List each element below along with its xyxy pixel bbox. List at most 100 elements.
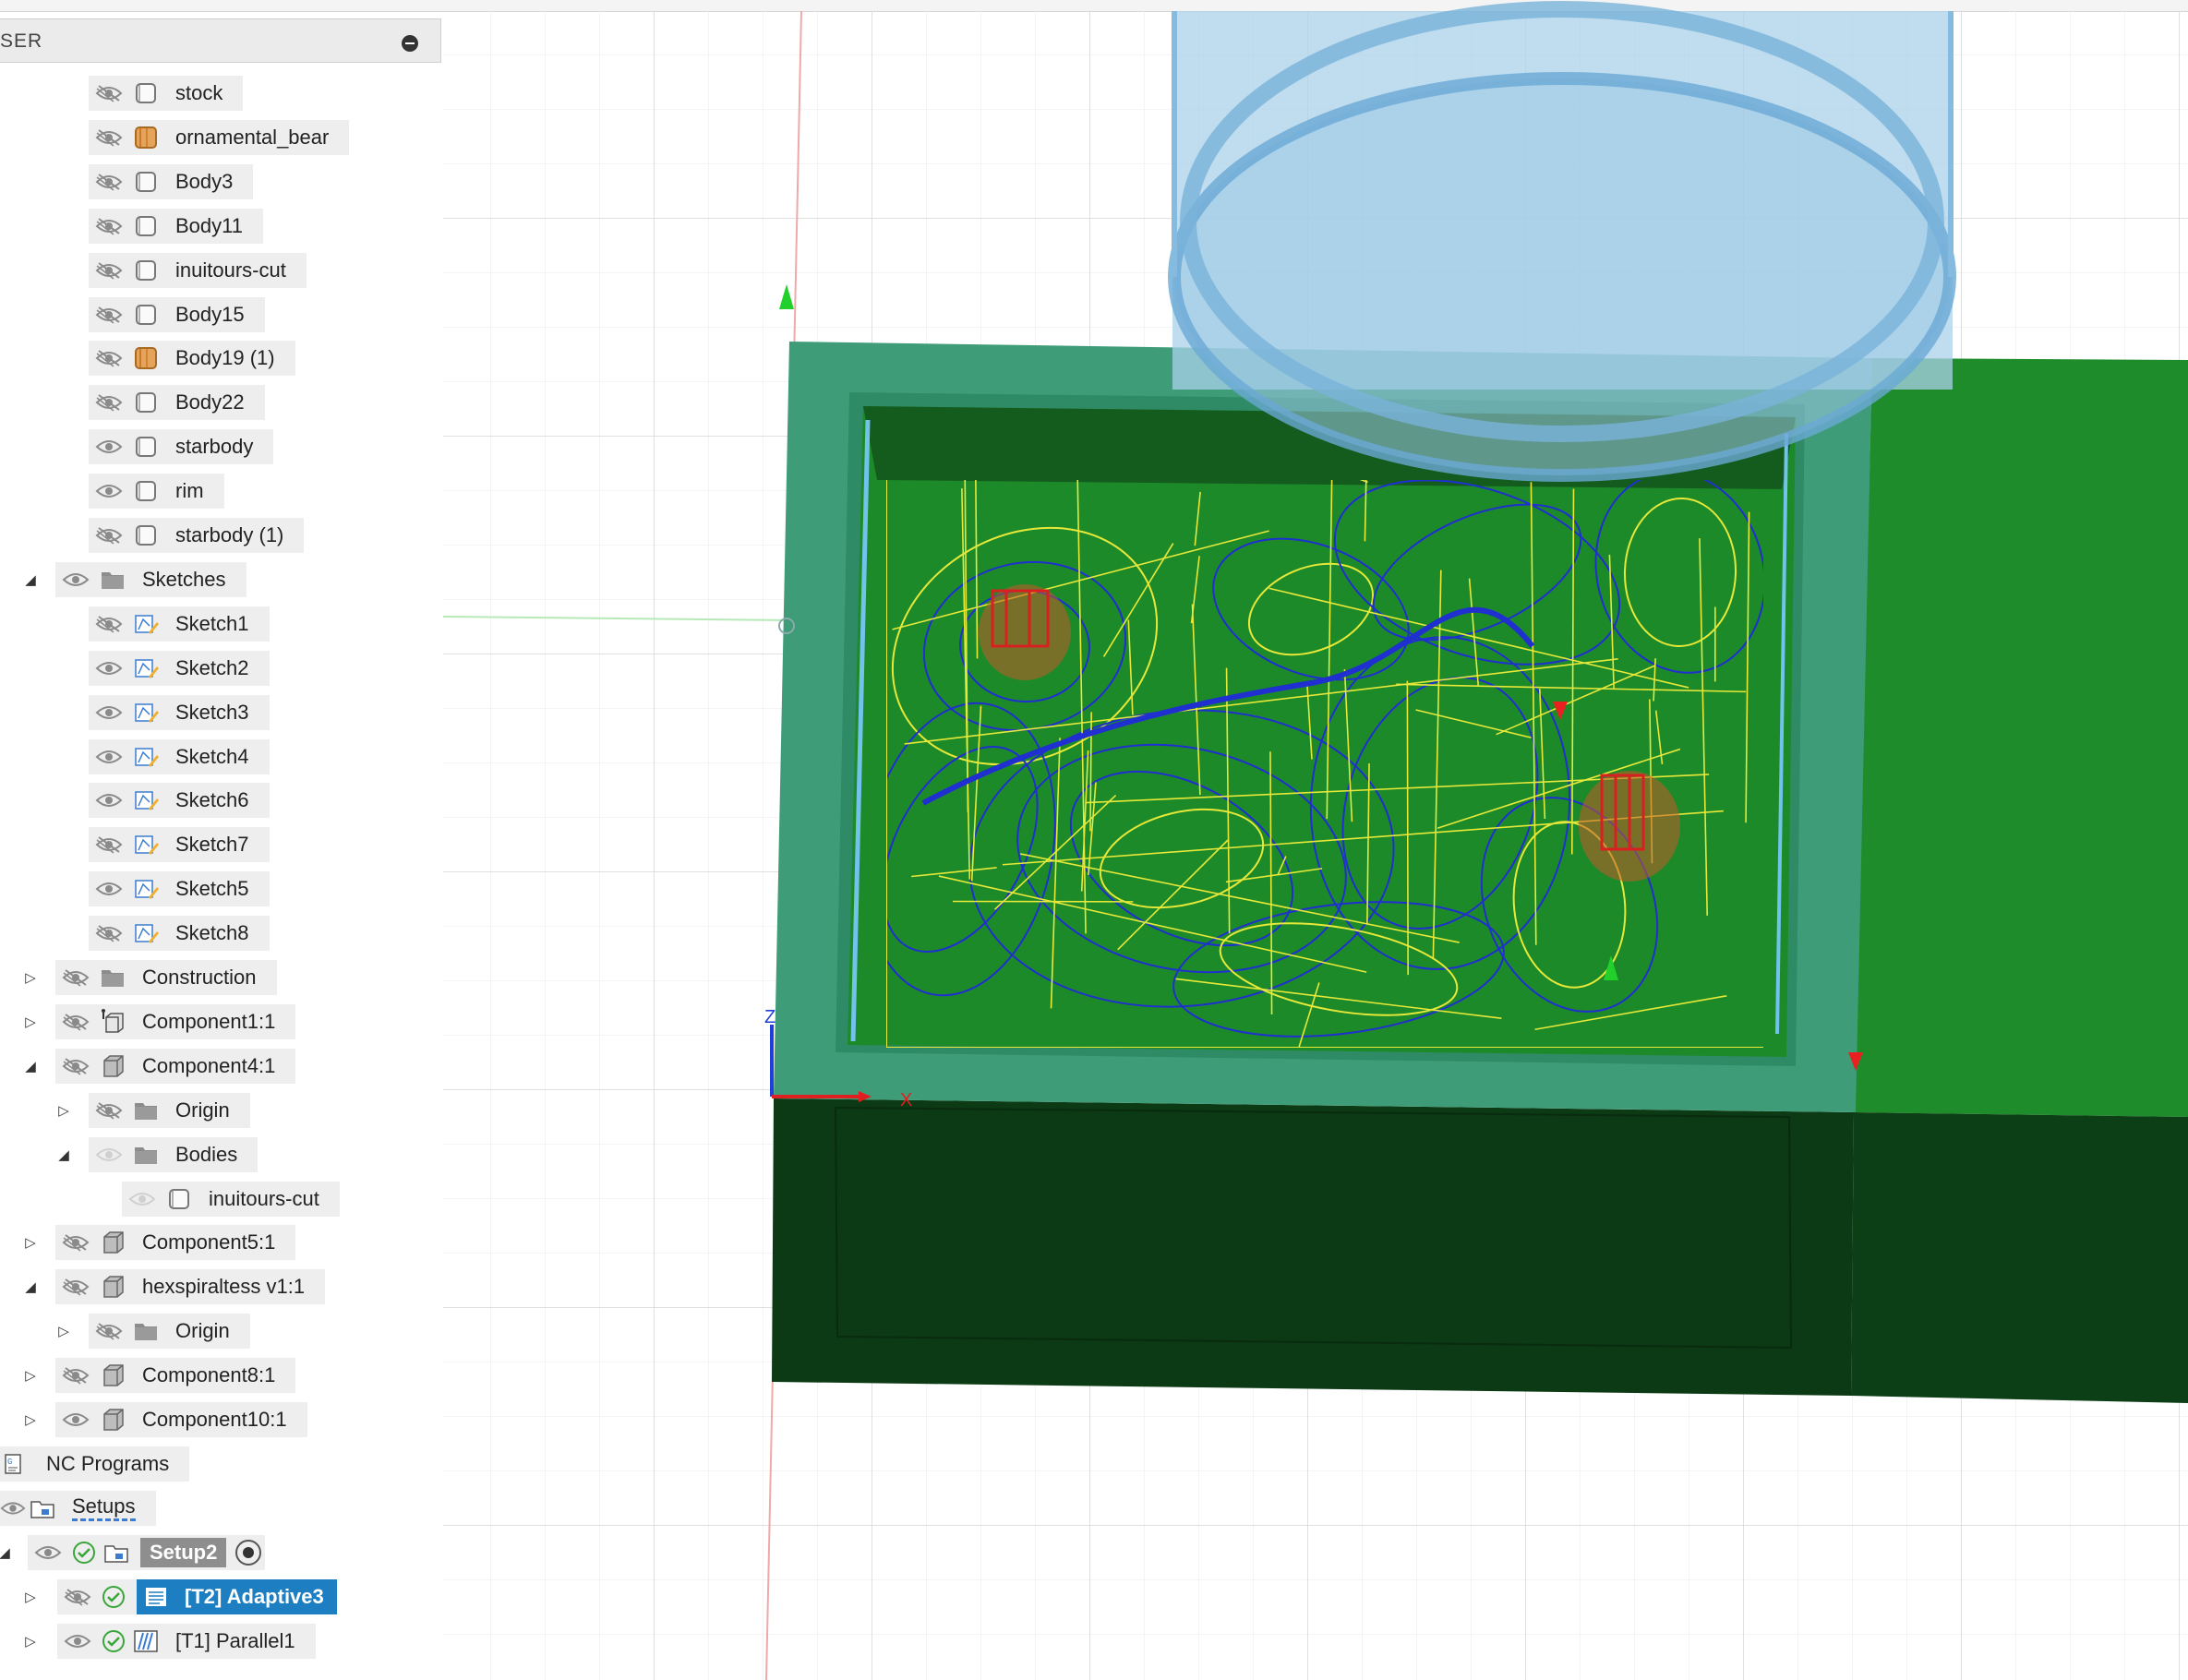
tree-row[interactable]: Component10:1 <box>55 1402 307 1437</box>
eye-hidden-icon[interactable] <box>55 1225 96 1260</box>
tree-row[interactable]: hexspiraltess v1:1 <box>55 1269 326 1305</box>
tree-row-body[interactable]: Sketch1 <box>89 606 270 642</box>
tree-row[interactable]: Sketch8 <box>89 916 270 952</box>
tree-row[interactable]: Bodies <box>89 1136 258 1172</box>
tree-row[interactable]: inuitours-cut <box>122 1181 340 1217</box>
eye-hidden-icon[interactable] <box>89 253 129 288</box>
eye-visible-icon[interactable] <box>89 695 129 730</box>
eye-hidden-icon[interactable] <box>89 341 129 376</box>
collapse-panel-button[interactable] <box>402 35 418 52</box>
tree-row[interactable]: Body22 <box>89 385 265 421</box>
tree-row-body[interactable]: ornamental_bear <box>89 119 350 155</box>
tree-row-body[interactable]: Sketch8 <box>89 916 270 952</box>
tree-row-body[interactable]: starbody (1) <box>89 518 305 553</box>
eye-hidden-icon[interactable] <box>89 297 129 332</box>
tree-row[interactable]: Sketches <box>55 561 246 597</box>
eye-visible-icon[interactable] <box>89 783 129 818</box>
tree-row-body[interactable]: Component10:1 <box>55 1402 307 1437</box>
active-setup-radio-icon[interactable] <box>235 1539 262 1566</box>
tree-row[interactable]: Sketch7 <box>89 827 270 863</box>
expand-open-icon[interactable]: ◢ <box>20 562 41 597</box>
tree-row[interactable]: Sketch6 <box>89 783 270 819</box>
eye-hidden-icon[interactable] <box>89 518 129 553</box>
tree-row-setup2[interactable]: ◢ Setup2 <box>0 1534 266 1570</box>
tree-row[interactable]: Body19 (1) <box>89 341 295 377</box>
tree-row-body[interactable]: rim <box>89 474 224 510</box>
parallel-op-row[interactable]: [T1] Parallel1 <box>57 1623 316 1659</box>
tree-row[interactable]: Sketch4 <box>89 738 270 774</box>
expand-open-icon[interactable]: ◢ <box>20 1269 41 1304</box>
tree-row-body[interactable]: Component5:1 <box>55 1225 296 1261</box>
tree-row[interactable]: Sketch5 <box>89 871 270 907</box>
eye-hidden-icon[interactable] <box>89 916 129 951</box>
expand-open-icon[interactable]: ◢ <box>54 1137 74 1172</box>
setups-row[interactable]: Setups <box>0 1490 156 1526</box>
tree-row-body[interactable]: Sketch2 <box>89 650 270 686</box>
tree-row-nc-programs[interactable]: G NC Programs <box>0 1446 190 1482</box>
eye-hidden-icon[interactable] <box>57 1579 98 1614</box>
eye-hidden-icon[interactable] <box>89 1137 129 1172</box>
eye-visible-icon[interactable] <box>0 1491 26 1526</box>
tree-row-body[interactable]: Sketch5 <box>89 871 270 907</box>
expand-closed-icon[interactable]: ▷ <box>20 1358 41 1393</box>
adaptive-op-row[interactable]: [T2] Adaptive3 <box>57 1578 337 1614</box>
tree-row-body[interactable]: Body11 <box>89 208 263 244</box>
eye-visible-icon[interactable] <box>89 651 129 686</box>
tree-row-body[interactable]: Origin <box>89 1314 250 1350</box>
eye-hidden-icon[interactable] <box>55 1269 96 1304</box>
eye-hidden-icon[interactable] <box>89 606 129 642</box>
tree-row-parallel[interactable]: ▷ [T1] Parallel1 <box>0 1623 316 1659</box>
tree-row[interactable]: Body3 <box>89 163 254 199</box>
eye-hidden-icon[interactable] <box>89 209 129 244</box>
tree-row[interactable]: Sketch2 <box>89 650 270 686</box>
eye-hidden-icon[interactable] <box>89 76 129 111</box>
tree-row-body[interactable]: inuitours-cut <box>89 252 307 288</box>
expand-closed-icon[interactable]: ▷ <box>20 1624 41 1659</box>
eye-visible-icon[interactable] <box>89 429 129 464</box>
tree-row[interactable]: Component5:1 <box>55 1225 296 1261</box>
tree-row-body[interactable]: Component8:1 <box>55 1358 296 1394</box>
tree-row-body[interactable]: Sketch4 <box>89 738 270 774</box>
eye-hidden-icon[interactable] <box>89 1314 129 1349</box>
tree-row-body[interactable]: Construction <box>55 960 277 995</box>
tree-row[interactable]: Body15 <box>89 296 265 332</box>
eye-hidden-icon[interactable] <box>55 1004 96 1039</box>
tree-row[interactable]: starbody <box>89 429 274 465</box>
expand-closed-icon[interactable]: ▷ <box>20 960 41 995</box>
eye-visible-icon[interactable] <box>89 474 129 509</box>
eye-hidden-icon[interactable] <box>89 1093 129 1128</box>
tree-row-body[interactable]: Sketch3 <box>89 694 270 730</box>
tree-row-body[interactable]: Body22 <box>89 385 265 421</box>
tree-row[interactable]: rim <box>89 474 224 510</box>
tree-row-body[interactable]: Body15 <box>89 296 265 332</box>
tree-row-body[interactable]: starbody <box>89 429 274 465</box>
tree-row-adaptive[interactable]: ▷ [T2] Adaptive3 <box>0 1578 337 1614</box>
expand-open-icon[interactable]: ◢ <box>20 1049 41 1084</box>
tree-row-body[interactable]: Component4:1 <box>55 1048 296 1084</box>
tree-row[interactable]: Sketch3 <box>89 694 270 730</box>
tree-row-body[interactable]: stock <box>89 76 244 111</box>
eye-hidden-icon[interactable] <box>55 1358 96 1393</box>
tree-row[interactable]: Component1:1 <box>55 1003 296 1039</box>
expand-closed-icon[interactable]: ▷ <box>54 1314 74 1349</box>
expand-closed-icon[interactable]: ▷ <box>54 1093 74 1128</box>
tree-row-body[interactable]: Sketch6 <box>89 783 270 819</box>
tree-row-body[interactable]: Origin <box>89 1092 250 1128</box>
eye-visible-icon[interactable] <box>55 1402 96 1437</box>
eye-hidden-icon[interactable] <box>122 1182 162 1217</box>
setup2-row[interactable]: Setup2 <box>28 1534 266 1570</box>
eye-hidden-icon[interactable] <box>55 1049 96 1084</box>
tree-row-body[interactable]: Body3 <box>89 163 254 199</box>
tree-row[interactable]: Component8:1 <box>55 1358 296 1394</box>
expand-closed-icon[interactable]: ▷ <box>20 1402 41 1437</box>
nc-programs-row[interactable]: G NC Programs <box>0 1446 190 1482</box>
tree-row-body[interactable]: Sketches <box>55 561 246 597</box>
expand-closed-icon[interactable]: ▷ <box>20 1579 41 1614</box>
tree-row[interactable]: Body11 <box>89 208 263 244</box>
eye-hidden-icon[interactable] <box>89 827 129 862</box>
eye-hidden-icon[interactable] <box>55 960 96 995</box>
tree-row-body[interactable]: Bodies <box>89 1136 258 1172</box>
tree-row[interactable]: ornamental_bear <box>89 119 350 155</box>
tree-row-setups[interactable]: Setups <box>0 1490 156 1526</box>
eye-visible-icon[interactable] <box>55 562 96 597</box>
